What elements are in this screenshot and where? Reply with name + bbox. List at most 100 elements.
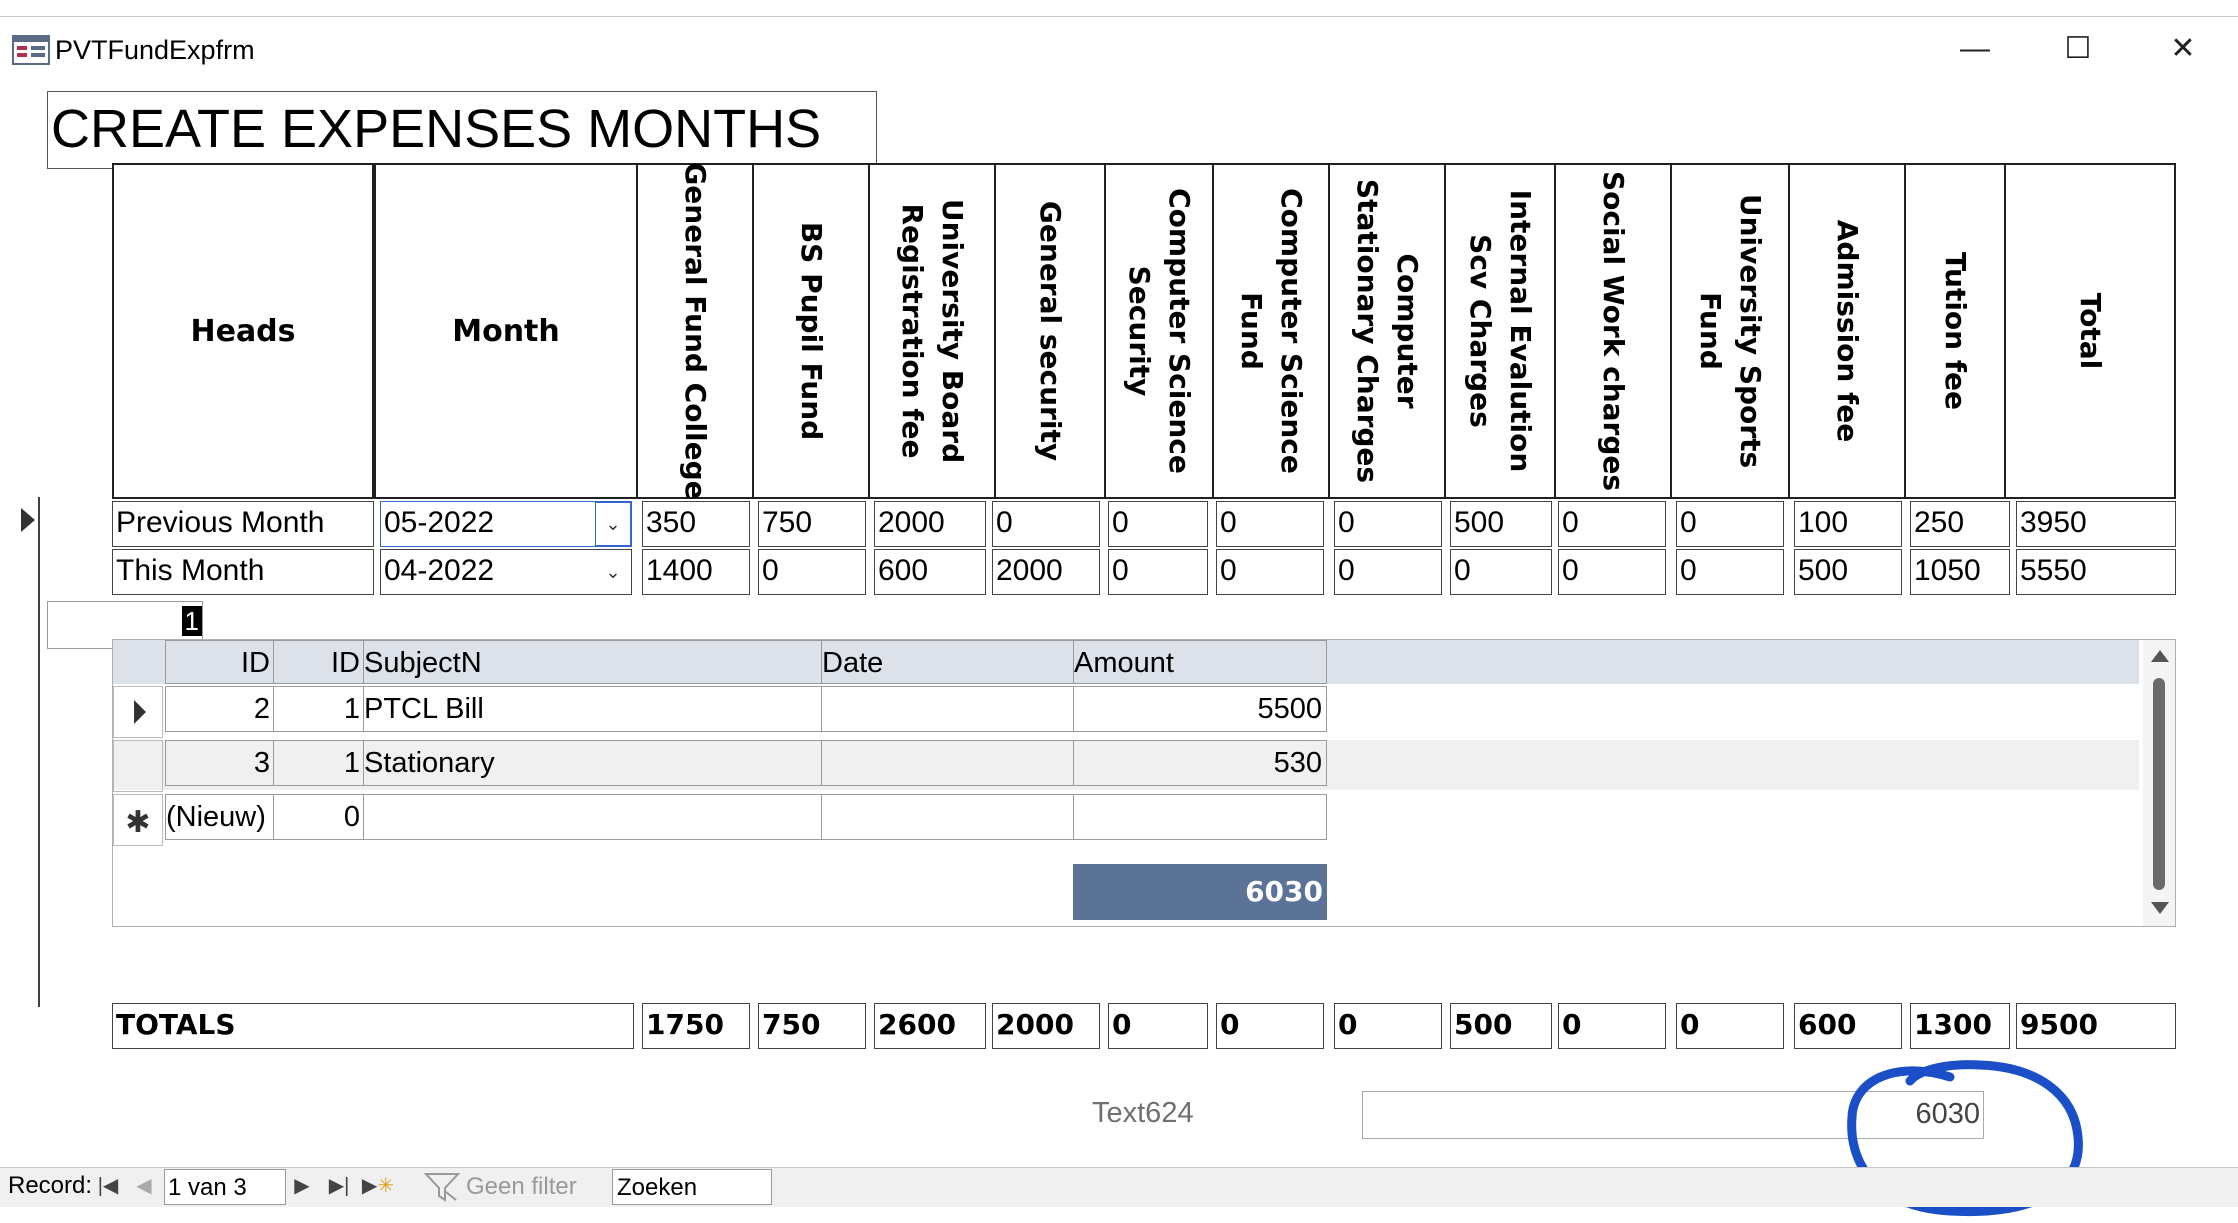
total-computer-science-security[interactable]: 0	[1108, 1003, 1208, 1049]
this-month-head-field[interactable]: This Month	[112, 549, 374, 595]
total-internal-evalution-scv-charges[interactable]: 500	[1450, 1003, 1552, 1049]
maximize-button[interactable]: ☐	[2043, 19, 2113, 79]
this-val-bs-pupil-fund[interactable]: 0	[758, 549, 866, 595]
prev-val-tution-fee[interactable]: 250	[1910, 501, 2010, 547]
subform-cell-id2[interactable]: 1	[273, 740, 365, 786]
subform-new-id[interactable]: (Nieuw)	[165, 794, 275, 840]
total-computer-science-fund[interactable]: 0	[1216, 1003, 1324, 1049]
total-tution-fee[interactable]: 1300	[1910, 1003, 2010, 1049]
prev-val-general-security[interactable]: 0	[992, 501, 1100, 547]
subform-cell-subject[interactable]: PTCL Bill	[363, 686, 823, 732]
this-val-total[interactable]: 5550	[2016, 549, 2176, 595]
col-header-subjectn[interactable]: SubjectN	[363, 640, 823, 684]
subform-new-subject[interactable]	[363, 794, 823, 840]
this-val-computer-science-security[interactable]: 0	[1108, 549, 1208, 595]
subform-new-id2[interactable]: 0	[273, 794, 365, 840]
subform-cell-id[interactable]: 3	[165, 740, 275, 786]
subform-cell-id[interactable]: 2	[165, 686, 275, 732]
prev-val-university-board-registration-fee[interactable]: 2000	[874, 501, 986, 547]
header-university-board-registration-fee: University Board Registration fee	[868, 163, 996, 499]
total-university-board-registration-fee[interactable]: 2600	[874, 1003, 986, 1049]
filter-label[interactable]: Geen filter	[466, 1173, 577, 1201]
subform-cell-date[interactable]	[821, 686, 1075, 732]
col-header-date[interactable]: Date	[821, 640, 1075, 684]
prev-val-admission-fee[interactable]: 100	[1794, 501, 1902, 547]
next-record-icon[interactable]: ▶	[288, 1168, 316, 1204]
header-social-work-charges: Social Work charges	[1554, 163, 1672, 499]
prev-val-social-work-charges[interactable]: 0	[1558, 501, 1666, 547]
prev-val-computer-science-security[interactable]: 0	[1108, 501, 1208, 547]
subform-row-selector[interactable]	[113, 686, 163, 738]
this-val-computer-science-fund[interactable]: 0	[1216, 549, 1324, 595]
search-input[interactable]: Zoeken	[612, 1169, 772, 1205]
total-admission-fee[interactable]: 600	[1794, 1003, 1902, 1049]
subform-new-amount[interactable]	[1073, 794, 1327, 840]
total-bs-pupil-fund[interactable]: 750	[758, 1003, 866, 1049]
total-total[interactable]: 9500	[2016, 1003, 2176, 1049]
prev-val-computer-stationary-charges[interactable]: 0	[1334, 501, 1442, 547]
prev-val-total[interactable]: 3950	[2016, 501, 2176, 547]
header-general-security: General security	[994, 163, 1106, 499]
prev-val-general-fund-college[interactable]: 350	[642, 501, 750, 547]
small-textbox-value: 1	[181, 606, 202, 636]
this-val-social-work-charges[interactable]: 0	[1558, 549, 1666, 595]
subform-new-date[interactable]	[821, 794, 1075, 840]
subform-cell-amount[interactable]: 530	[1073, 740, 1327, 786]
this-val-admission-fee[interactable]: 500	[1794, 549, 1902, 595]
form-title: CREATE EXPENSES MONTHS	[51, 99, 822, 159]
this-month-month-combo[interactable]: 04-2022 ⌄	[380, 549, 632, 595]
subform-scrollbar[interactable]	[2143, 640, 2175, 926]
header-total: Total	[2004, 163, 2176, 499]
chevron-down-icon[interactable]: ⌄	[595, 502, 631, 546]
first-record-icon[interactable]: |◀	[94, 1168, 122, 1204]
header-label: General security	[1034, 200, 1067, 462]
scroll-up-icon[interactable]	[2151, 650, 2169, 662]
previous-record-icon[interactable]: ◀	[130, 1168, 158, 1204]
scroll-down-icon[interactable]	[2151, 902, 2169, 914]
col-header-amount[interactable]: Amount	[1073, 640, 1327, 684]
previous-month-head-field[interactable]: Previous Month	[112, 501, 374, 547]
this-val-university-board-registration-fee[interactable]: 600	[874, 549, 986, 595]
col-header-id2[interactable]: ID	[273, 640, 365, 684]
subform-row-selector[interactable]	[113, 740, 163, 792]
col-header-id[interactable]: ID	[165, 640, 275, 684]
total-general-fund-college[interactable]: 1750	[642, 1003, 750, 1049]
previous-month-month-combo[interactable]: 05-2022 ⌄	[380, 501, 632, 547]
prev-val-bs-pupil-fund[interactable]: 750	[758, 501, 866, 547]
subform-cell-date[interactable]	[821, 740, 1075, 786]
new-record-asterisk-icon[interactable]: ✱	[113, 794, 163, 846]
close-button[interactable]: ✕	[2148, 19, 2218, 79]
this-val-general-security[interactable]: 2000	[992, 549, 1100, 595]
total-general-security[interactable]: 2000	[992, 1003, 1100, 1049]
minimize-button[interactable]: —	[1940, 19, 2010, 79]
subform-cell-amount[interactable]: 5500	[1073, 686, 1327, 732]
this-val-university-sports-fund[interactable]: 0	[1676, 549, 1784, 595]
total-computer-stationary-charges[interactable]: 0	[1334, 1003, 1442, 1049]
prev-val-university-sports-fund[interactable]: 0	[1676, 501, 1784, 547]
scroll-thumb[interactable]	[2153, 678, 2165, 890]
total-university-sports-fund[interactable]: 0	[1676, 1003, 1784, 1049]
this-val-general-fund-college[interactable]: 1400	[642, 549, 750, 595]
heads-header: Heads	[112, 163, 374, 499]
header-tution-fee: Tution fee	[1904, 163, 2006, 499]
prev-val-internal-evalution-scv-charges[interactable]: 500	[1450, 501, 1552, 547]
subform-cell-subject[interactable]: Stationary	[363, 740, 823, 786]
subform-cell-id2[interactable]: 1	[273, 686, 365, 732]
new-record-icon[interactable]: ▶✳	[360, 1168, 396, 1204]
total-social-work-charges[interactable]: 0	[1558, 1003, 1666, 1049]
current-record-marker[interactable]	[18, 506, 38, 534]
this-val-internal-evalution-scv-charges[interactable]: 0	[1450, 549, 1552, 595]
record-position-input[interactable]: 1 van 3	[164, 1169, 286, 1205]
this-val-tution-fee[interactable]: 1050	[1910, 549, 2010, 595]
header-label: General Fund College	[679, 162, 712, 500]
filter-funnel-icon[interactable]	[423, 1172, 461, 1202]
record-position-value: 1 van 3	[168, 1174, 247, 1201]
last-record-icon[interactable]: ▶|	[324, 1168, 354, 1204]
heads-header-label: Heads	[190, 313, 296, 349]
prev-val-computer-science-fund[interactable]: 0	[1216, 501, 1324, 547]
header-university-sports-fund: University Sports Fund	[1670, 163, 1790, 499]
this-val-computer-stationary-charges[interactable]: 0	[1334, 549, 1442, 595]
header-label: Internal Evalution Scv Charges	[1464, 189, 1537, 473]
header-label: Social Work charges	[1597, 170, 1630, 492]
chevron-down-icon[interactable]: ⌄	[595, 550, 631, 594]
